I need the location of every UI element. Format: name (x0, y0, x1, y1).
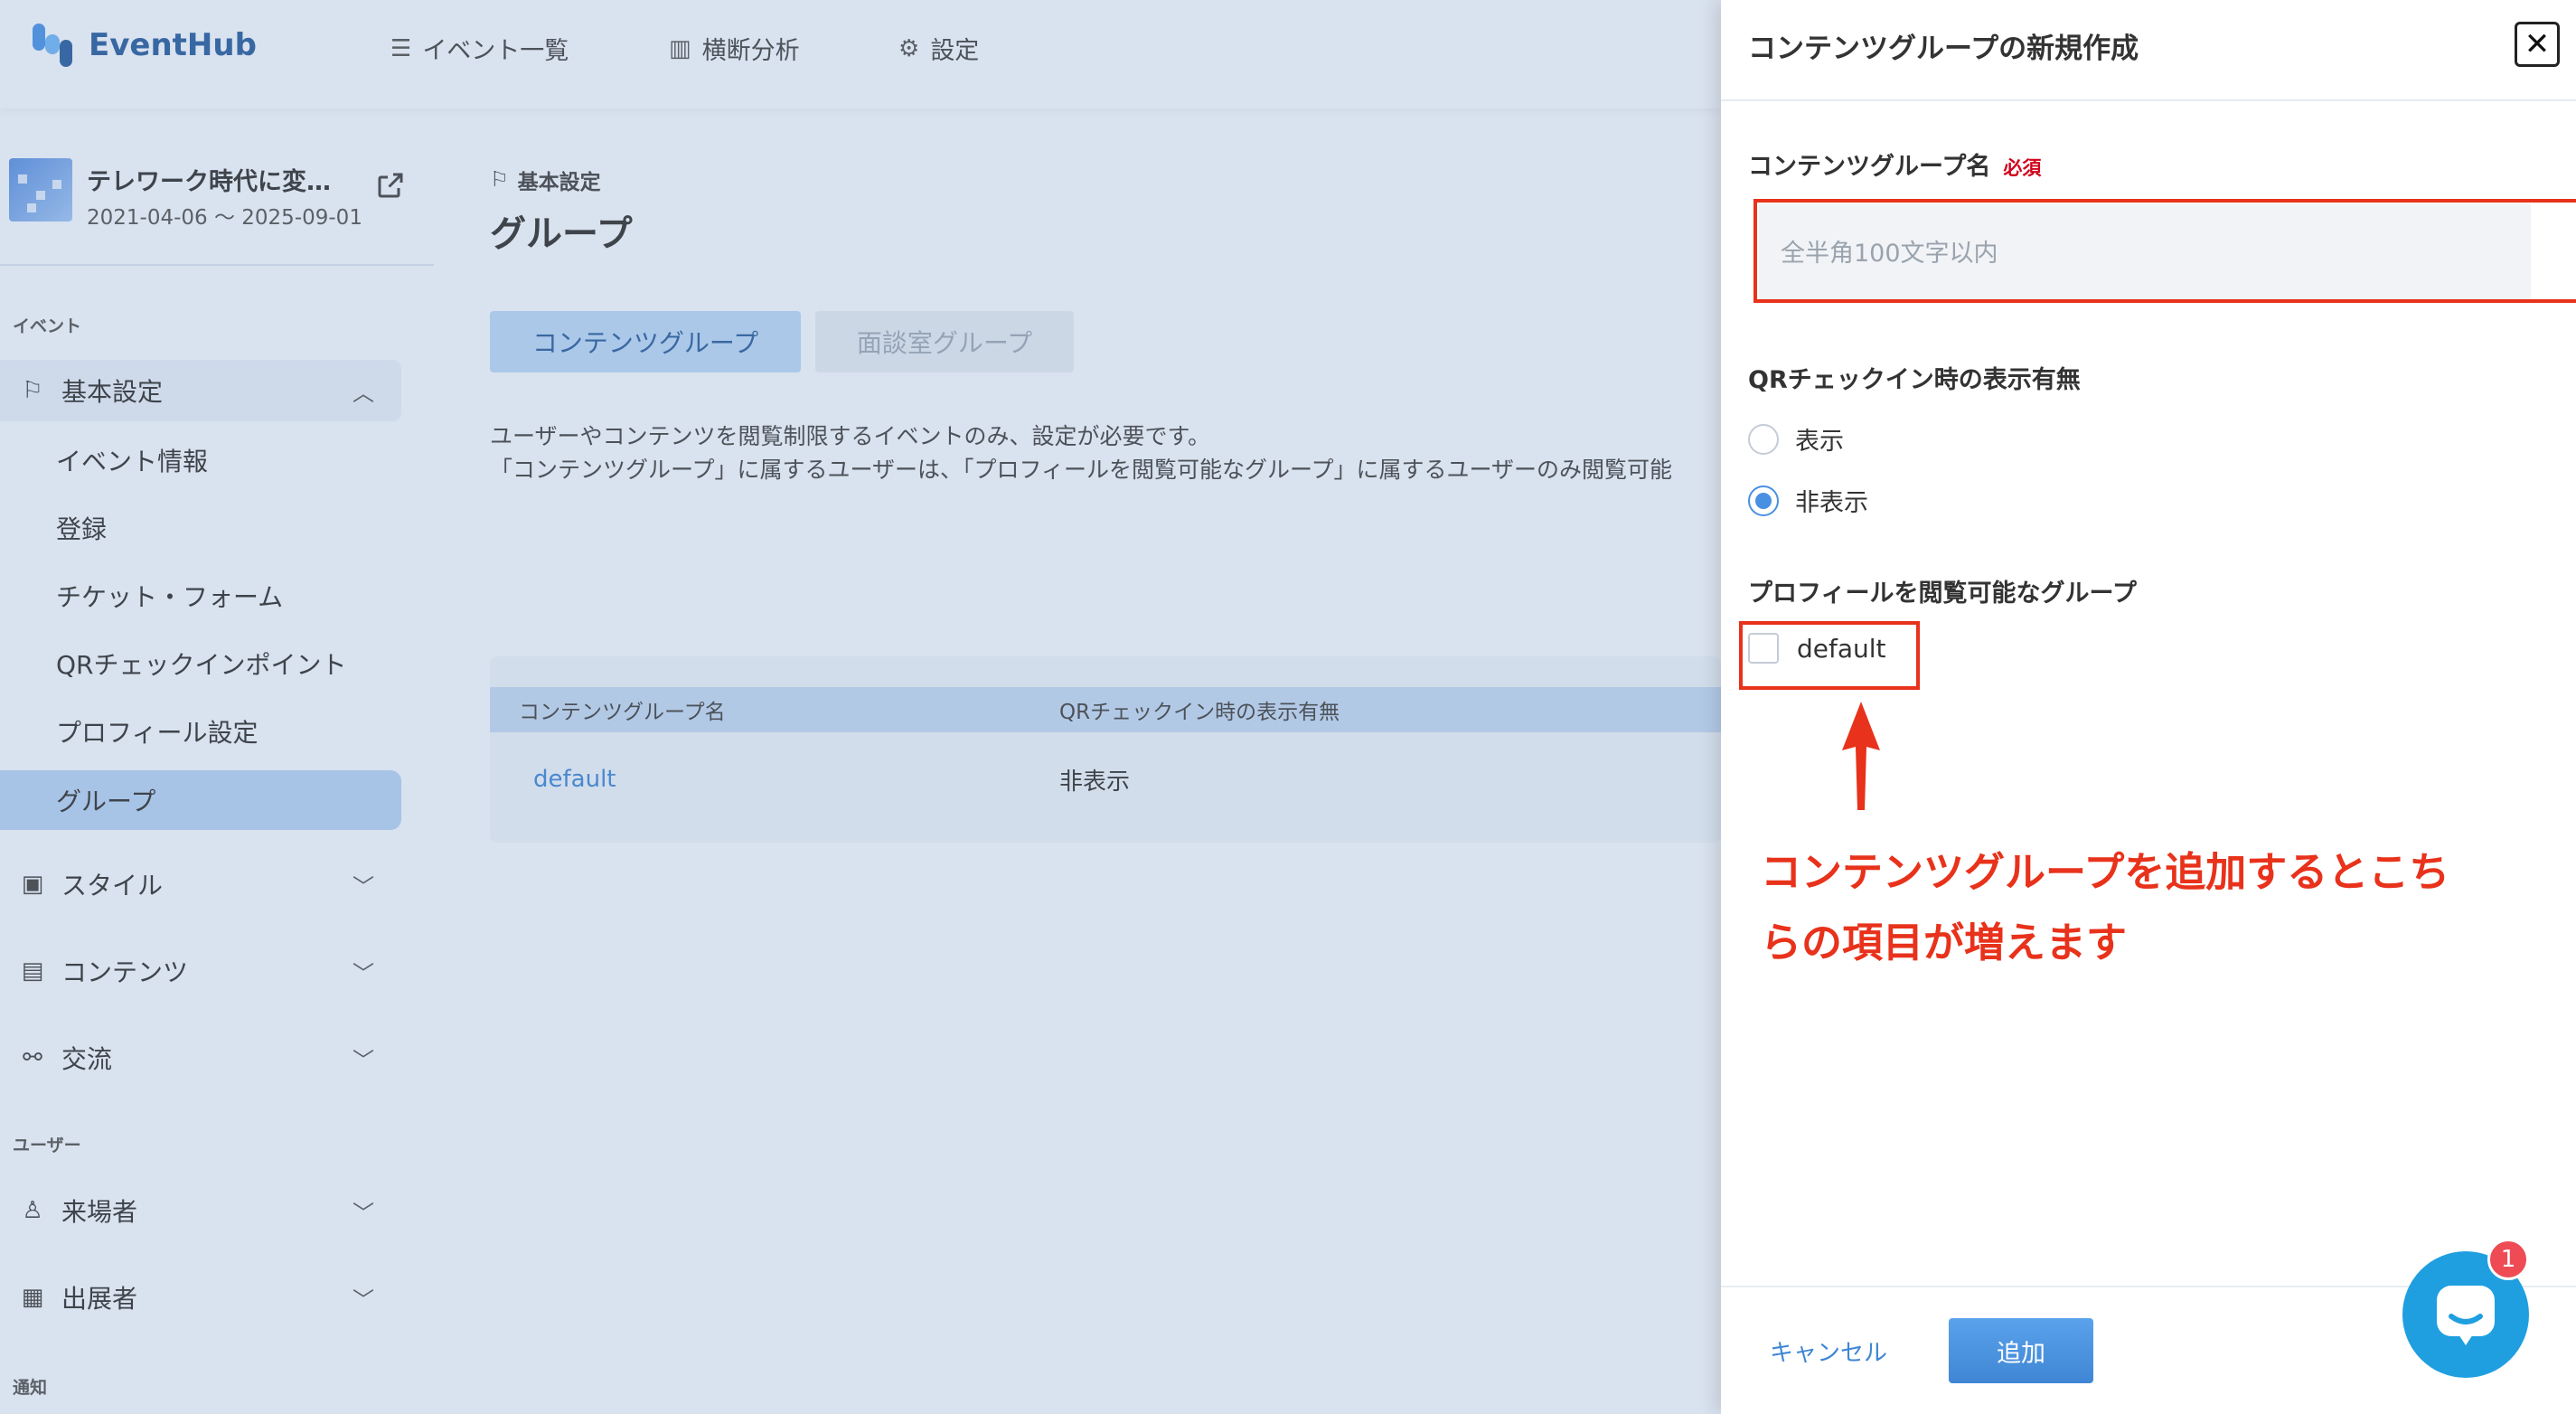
radio-label: 非表示 (1795, 489, 1868, 517)
divider (1721, 99, 2576, 101)
highlight-box (1753, 199, 2576, 303)
close-icon: ✕ (2524, 26, 2551, 62)
arrow-up-icon (1842, 702, 1880, 810)
drawer-title: コンテンツグループの新規作成 (1748, 33, 2139, 65)
radio-show[interactable]: 表示 (1748, 421, 1844, 457)
create-content-group-drawer: コンテンツグループの新規作成 ✕ コンテンツグループ名必須 QRチェックイン時の… (1721, 0, 2576, 1414)
cancel-button[interactable]: キャンセル (1770, 1334, 1887, 1368)
radio-button-selected[interactable] (1748, 485, 1779, 516)
group-name-label: コンテンツグループ名 必須 (1748, 146, 2041, 182)
modal-backdrop[interactable] (0, 0, 1721, 1414)
close-button[interactable]: ✕ (2515, 22, 2560, 67)
label-text: コンテンツグループ名 (1748, 153, 1991, 181)
radio-hide[interactable]: 非表示 (1748, 483, 1868, 518)
annotation-line: コンテンツグループを追加するとこち (1761, 848, 2450, 896)
add-button[interactable]: 追加 (1949, 1318, 2093, 1383)
qr-display-label: QRチェックイン時の表示有無 (1748, 366, 2081, 394)
radio-label: 表示 (1795, 428, 1844, 456)
notification-badge: 1 (2487, 1239, 2529, 1280)
profile-group-label: プロフィールを閲覧可能なグループ (1748, 580, 2137, 608)
annotation-text: コンテンツグループを追加するとこち らの項目が増えます (1761, 837, 2547, 978)
annotation-line: らの項目が増えます (1761, 919, 2128, 966)
radio-button[interactable] (1748, 423, 1779, 455)
highlight-box (1739, 621, 1920, 690)
required-badge: 必須 (2003, 157, 2042, 179)
